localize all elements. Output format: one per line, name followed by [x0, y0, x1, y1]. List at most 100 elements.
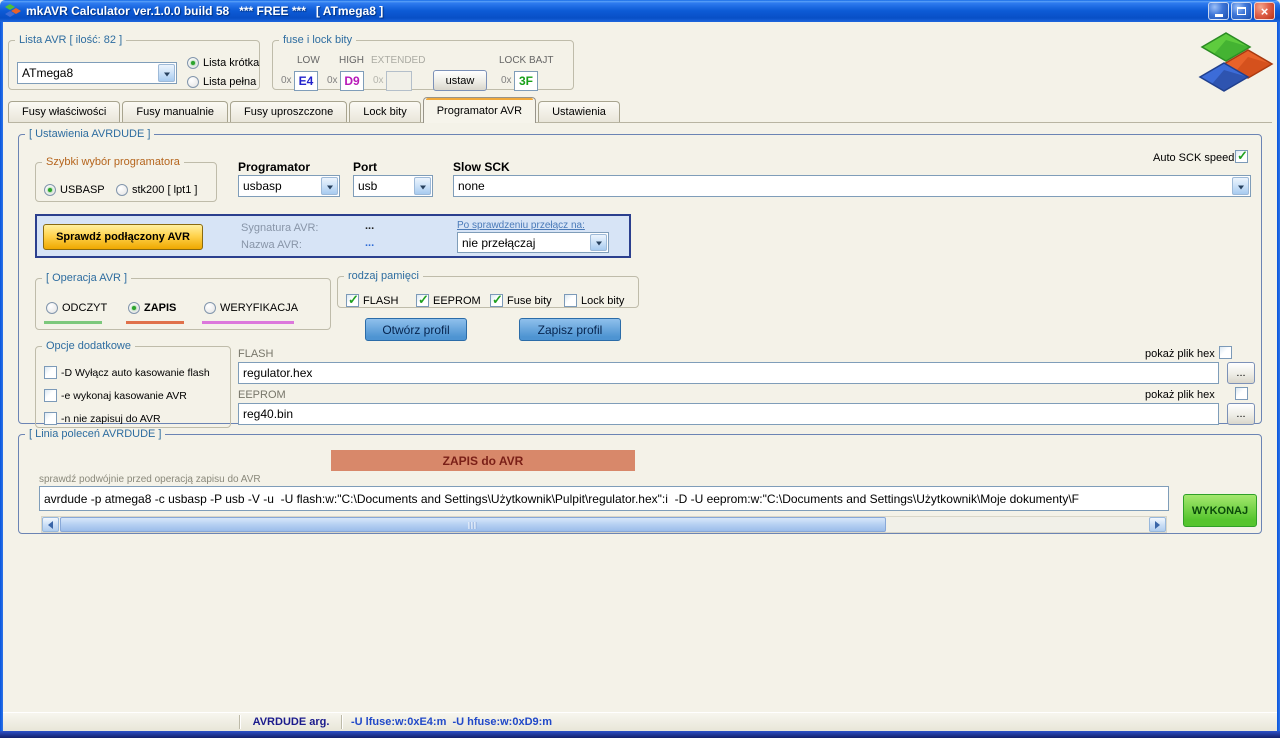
cmdline-group: [ Linia poleceń AVRDUDE ] ZAPIS do AVR s… — [18, 428, 1262, 534]
avr-select[interactable]: ATmega8 — [17, 62, 177, 84]
avr-list-legend: Lista AVR [ ilość: 82 ] — [19, 34, 123, 46]
scroll-left-button[interactable] — [42, 517, 59, 532]
maximize-icon — [1237, 7, 1246, 15]
tab-strip: Fusy właściwości Fusy manualnie Fusy upr… — [8, 97, 1272, 123]
tab-fusy-uproszczone[interactable]: Fusy uproszczone — [230, 101, 348, 122]
tab-label: Programator AVR — [436, 104, 523, 117]
command-hscrollbar[interactable] — [41, 516, 1167, 533]
checkbox-icon — [346, 292, 359, 308]
flash-show-hex-checkbox[interactable] — [1219, 346, 1233, 359]
radio-usbasp[interactable]: USBASP — [44, 184, 105, 196]
tab-fusy-wlasciwosci[interactable]: Fusy właściwości — [8, 101, 121, 122]
low-fuse-input[interactable] — [294, 71, 318, 91]
radio-lista-pelna-label: Lista pełna — [203, 76, 257, 88]
command-input[interactable] — [39, 486, 1169, 511]
avr-name-label: Nazwa AVR: — [241, 239, 302, 251]
switch-after-value: nie przełączaj — [462, 235, 536, 250]
low-label: LOW — [297, 55, 320, 66]
checkbox-lock-bity-label: Lock bity — [581, 294, 625, 307]
tab-fusy-manualnie[interactable]: Fusy manualnie — [122, 101, 229, 122]
extra-options-legend: Opcje dodatkowe — [46, 340, 131, 352]
chevron-down-icon — [1232, 177, 1249, 195]
arrow-right-icon — [1155, 520, 1164, 529]
eeprom-show-hex-checkbox[interactable] — [1235, 387, 1249, 400]
extended-fuse-input — [386, 71, 412, 91]
chevron-down-icon — [590, 234, 607, 251]
extra-options-group: Opcje dodatkowe -D Wyłącz auto kasowanie… — [35, 340, 231, 428]
checkbox-fuse-bity[interactable]: Fuse bity — [490, 292, 552, 308]
tab-ustawienia[interactable]: Ustawienia — [538, 101, 620, 122]
flash-browse-button[interactable]: ... — [1227, 362, 1255, 384]
chevron-down-icon — [321, 177, 338, 195]
tab-programator-avr[interactable]: Programator AVR — [422, 97, 537, 123]
slow-sck-value: none — [458, 179, 485, 193]
radio-lista-krotka[interactable]: Lista krótka — [187, 57, 259, 69]
programator-value: usbasp — [243, 179, 282, 193]
quick-select-legend: Szybki wybór programatora — [46, 156, 180, 168]
radio-odczyt-label: ODCZYT — [62, 302, 108, 314]
avrdude-arg-value: -U lfuse:w:0xE4:m -U hfuse:w:0xD9:m — [351, 716, 553, 728]
wykonaj-button[interactable]: WYKONAJ — [1183, 494, 1257, 527]
tab-label: Fusy uproszczone — [244, 106, 334, 118]
checkbox-icon — [416, 292, 429, 308]
switch-after-select[interactable]: nie przełączaj — [457, 232, 609, 253]
window-border-left — [0, 22, 3, 731]
high-fuse-input[interactable] — [340, 71, 364, 91]
checkbox-icon — [44, 412, 57, 425]
checkbox-opt-e-label: -e wykonaj kasowanie AVR — [61, 389, 187, 402]
eeprom-show-hex-label: pokaż plik hex — [1145, 389, 1215, 401]
save-profile-button[interactable]: Zapisz profil — [519, 318, 621, 341]
radio-usbasp-label: USBASP — [60, 184, 105, 196]
slow-sck-select[interactable]: none — [453, 175, 1251, 197]
checkbox-opt-d-label: -D Wyłącz auto kasowanie flash — [61, 366, 210, 379]
arrow-left-icon — [44, 520, 53, 529]
memory-legend: rodzaj pamięci — [348, 270, 419, 282]
tab-label: Lock bity — [363, 106, 407, 118]
tab-label: Fusy manualnie — [136, 106, 215, 118]
flash-file-input[interactable] — [238, 362, 1219, 384]
eeprom-file-input[interactable] — [238, 403, 1219, 425]
scroll-right-button[interactable] — [1149, 517, 1166, 532]
window-border-bottom — [0, 731, 1280, 738]
window-title: mkAVR Calculator ver.1.0.0 build 58 *** … — [26, 4, 384, 18]
signature-value: ... — [365, 220, 375, 232]
ustaw-button[interactable]: ustaw — [433, 70, 487, 91]
chevron-down-icon — [414, 177, 431, 195]
programator-select[interactable]: usbasp — [238, 175, 340, 197]
check-avr-button[interactable]: Sprawdź podłączony AVR — [43, 224, 203, 250]
radio-stk200[interactable]: stk200 [ lpt1 ] — [116, 184, 197, 196]
tab-label: Fusy właściwości — [22, 106, 107, 118]
checkbox-eeprom[interactable]: EEPROM — [416, 292, 481, 308]
hex-prefix: 0x — [327, 75, 338, 86]
maximize-button[interactable] — [1231, 2, 1252, 20]
radio-weryfikacja[interactable]: WERYFIKACJA — [204, 302, 298, 314]
checkbox-lock-bity[interactable]: Lock bity — [564, 294, 624, 307]
port-select[interactable]: usb — [353, 175, 433, 197]
flash-file-label: FLASH — [238, 348, 274, 360]
radio-icon — [128, 302, 140, 314]
lock-bajt-input[interactable] — [514, 71, 538, 91]
auto-sck-checkbox[interactable] — [1235, 148, 1248, 164]
weryfikacja-underline — [202, 321, 294, 324]
radio-odczyt[interactable]: ODCZYT — [46, 302, 107, 314]
close-button[interactable]: × — [1254, 2, 1275, 20]
tab-lock-bity[interactable]: Lock bity — [349, 101, 421, 122]
radio-icon — [187, 57, 199, 69]
fuse-lock-legend: fuse i lock bity — [283, 34, 353, 46]
radio-zapis-label: ZAPIS — [144, 302, 177, 314]
radio-icon — [116, 184, 128, 196]
open-profile-button[interactable]: Otwórz profil — [365, 318, 467, 341]
operation-legend: [ Operacja AVR ] — [46, 272, 128, 284]
checkbox-icon — [44, 366, 57, 379]
hex-prefix: 0x — [373, 75, 384, 86]
checkbox-opt-e[interactable]: -e wykonaj kasowanie AVR — [44, 389, 187, 402]
checkbox-flash[interactable]: FLASH — [346, 292, 398, 308]
check-avr-panel: Sprawdź podłączony AVR Sygnatura AVR: ..… — [35, 214, 631, 258]
checkbox-opt-d[interactable]: -D Wyłącz auto kasowanie flash — [44, 366, 210, 379]
radio-lista-pelna[interactable]: Lista pełna — [187, 76, 256, 88]
eeprom-browse-button[interactable]: ... — [1227, 403, 1255, 425]
checkbox-opt-n[interactable]: -n nie zapisuj do AVR — [44, 412, 161, 425]
scroll-thumb[interactable] — [60, 517, 886, 532]
minimize-button[interactable] — [1208, 2, 1229, 20]
radio-zapis[interactable]: ZAPIS — [128, 302, 176, 314]
